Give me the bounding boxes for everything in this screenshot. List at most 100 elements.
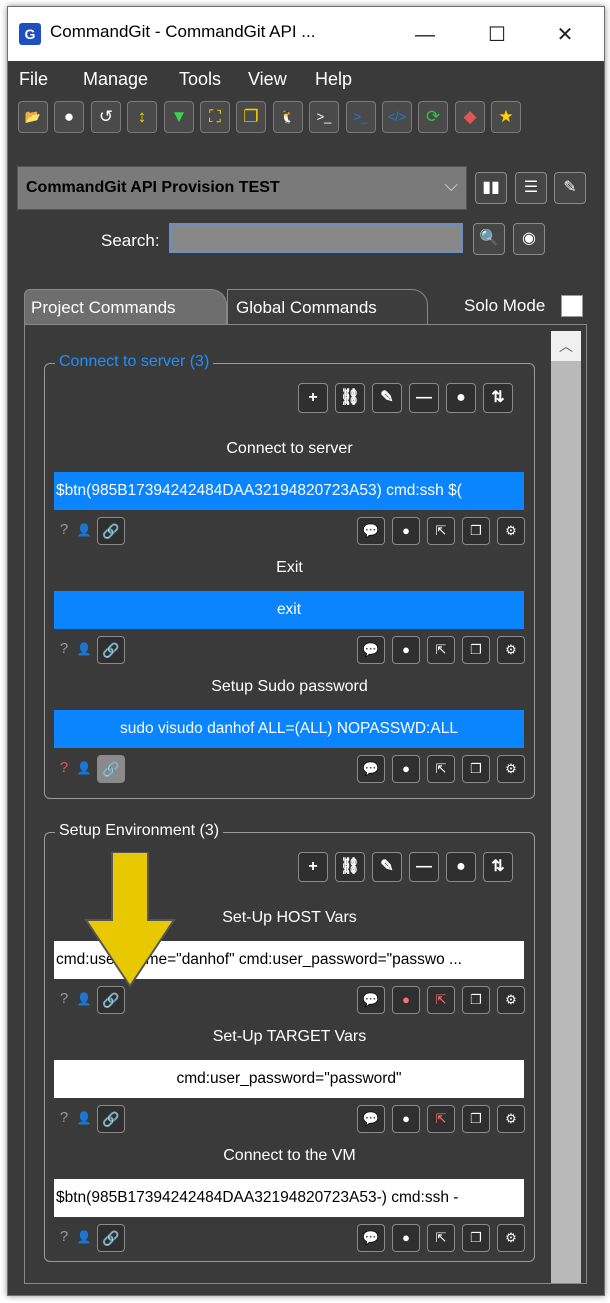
menu-tools[interactable]: Tools <box>179 69 221 90</box>
help-icon[interactable]: ? <box>55 519 73 541</box>
settings-icon[interactable]: ⚙ <box>497 636 525 664</box>
link-icon[interactable]: 🔗 <box>97 517 125 545</box>
message-icon[interactable]: 💬 <box>357 1105 385 1133</box>
copy-icon[interactable]: ❐ <box>462 1224 490 1252</box>
edit-group-button[interactable]: ✎ <box>372 383 402 413</box>
settings-icon[interactable]: ⚙ <box>497 517 525 545</box>
command-button[interactable]: exit <box>54 591 524 629</box>
message-icon[interactable]: 💬 <box>357 1224 385 1252</box>
clock-icon[interactable]: ● <box>54 101 84 133</box>
user-icon[interactable]: 👤 <box>75 757 93 779</box>
history-button[interactable]: ● <box>446 383 476 413</box>
search-input[interactable] <box>169 223 463 253</box>
clock-icon[interactable]: ● <box>392 517 420 545</box>
user-icon[interactable]: 👤 <box>75 1226 93 1248</box>
help-icon[interactable]: ? <box>55 1226 73 1248</box>
add-command-button[interactable]: + <box>298 852 328 882</box>
command-button[interactable]: cmd:user_password="password" <box>54 1060 524 1098</box>
sort-button[interactable]: ⇅ <box>483 852 513 882</box>
share-icon[interactable]: ⇱ <box>427 517 455 545</box>
message-icon[interactable]: 💬 <box>357 517 385 545</box>
open-folder-icon[interactable]: 📂 <box>18 101 48 133</box>
linux-icon[interactable]: 🐧 <box>273 101 303 133</box>
share-icon[interactable]: ⇱ <box>427 986 455 1014</box>
message-icon[interactable]: 💬 <box>357 636 385 664</box>
clock-icon[interactable]: ● <box>392 636 420 664</box>
copy-icon[interactable]: ❐ <box>462 755 490 783</box>
stop-search-icon[interactable]: ◉ <box>513 223 545 255</box>
user-icon[interactable]: 👤 <box>75 638 93 660</box>
group-title[interactable]: Setup Environment (3) <box>55 822 224 840</box>
edit-group-button[interactable]: ✎ <box>372 852 402 882</box>
share-icon[interactable]: ⇱ <box>427 1224 455 1252</box>
command-button[interactable]: sudo visudo danhof ALL=(ALL) NOPASSWD:AL… <box>54 710 524 748</box>
history-icon[interactable]: ↺ <box>91 101 121 133</box>
command-button[interactable]: $btn(985B17394242484DAA32194820723A53-) … <box>54 1179 524 1217</box>
project-select[interactable]: CommandGit API Provision TEST ⌵ <box>17 166 467 210</box>
help-icon[interactable]: ? <box>55 1107 73 1129</box>
windows-icon[interactable]: ❐ <box>236 101 266 133</box>
expand-icon[interactable]: ⛶ <box>200 101 230 133</box>
share-icon[interactable]: ⇱ <box>427 1105 455 1133</box>
copy-icon[interactable]: ❐ <box>462 636 490 664</box>
copy-icon[interactable]: ❐ <box>462 1105 490 1133</box>
copy-icon[interactable]: ❐ <box>462 986 490 1014</box>
checklist-icon[interactable]: ☰ <box>515 172 547 204</box>
settings-icon[interactable]: ⚙ <box>497 986 525 1014</box>
hierarchy-button[interactable]: ⛓ <box>335 852 365 882</box>
terminal-icon[interactable]: >_ <box>309 101 339 133</box>
scroll-up-icon[interactable]: ︿ <box>551 331 581 361</box>
search-icon[interactable]: 🔍 <box>473 223 505 255</box>
edit-icon[interactable]: ✎ <box>554 172 586 204</box>
eraser-icon[interactable]: ◆ <box>455 101 485 133</box>
settings-icon[interactable]: ⚙ <box>497 1105 525 1133</box>
link-icon[interactable]: 🔗 <box>97 755 125 783</box>
star-icon[interactable]: ★ <box>491 101 521 133</box>
link-icon[interactable]: 🔗 <box>97 1105 125 1133</box>
help-icon[interactable]: ? <box>55 757 73 779</box>
user-icon[interactable]: 👤 <box>75 1107 93 1129</box>
link-icon[interactable]: 🔗 <box>97 636 125 664</box>
command-title: Setup Sudo password <box>211 678 368 695</box>
remove-command-button[interactable]: — <box>409 852 439 882</box>
solo-mode-checkbox[interactable] <box>561 295 583 317</box>
menu-file[interactable]: File <box>19 69 48 90</box>
message-icon[interactable]: 💬 <box>357 986 385 1014</box>
filter-icon[interactable]: ▼ <box>164 101 194 133</box>
clock-icon[interactable]: ● <box>392 1105 420 1133</box>
copy-icon[interactable]: ❐ <box>462 517 490 545</box>
powershell-icon[interactable]: >_ <box>346 101 376 133</box>
add-command-button[interactable]: + <box>298 383 328 413</box>
clock-icon[interactable]: ● <box>392 986 420 1014</box>
share-icon[interactable]: ⇱ <box>427 755 455 783</box>
command-button[interactable]: $btn(985B17394242484DAA32194820723A53) c… <box>54 472 524 510</box>
help-icon[interactable]: ? <box>55 988 73 1010</box>
sort-button[interactable]: ⇅ <box>483 383 513 413</box>
menu-help[interactable]: Help <box>315 69 352 90</box>
menu-manage[interactable]: Manage <box>83 69 148 90</box>
hierarchy-button[interactable]: ⛓ <box>335 383 365 413</box>
help-icon[interactable]: ? <box>55 638 73 660</box>
tab-global-commands[interactable]: Global Commands <box>227 289 428 325</box>
remove-command-button[interactable]: — <box>409 383 439 413</box>
menu-view[interactable]: View <box>248 69 287 90</box>
user-icon[interactable]: 👤 <box>75 519 93 541</box>
book-icon[interactable]: ▮▮ <box>475 172 507 204</box>
clock-icon[interactable]: ● <box>392 755 420 783</box>
tab-project-commands[interactable]: Project Commands <box>24 289 227 325</box>
message-icon[interactable]: 💬 <box>357 755 385 783</box>
group-title[interactable]: Connect to server (3) <box>55 353 214 371</box>
clock-icon[interactable]: ● <box>392 1224 420 1252</box>
code-icon[interactable]: </> <box>382 101 412 133</box>
share-icon[interactable]: ⇱ <box>427 636 455 664</box>
link-icon[interactable]: 🔗 <box>97 1224 125 1252</box>
minimize-button[interactable]: — <box>402 15 448 55</box>
sort-icon[interactable]: ↕ <box>127 101 157 133</box>
maximize-button[interactable]: ☐ <box>474 15 520 55</box>
refresh-icon[interactable]: ⟳ <box>418 101 448 133</box>
settings-icon[interactable]: ⚙ <box>497 755 525 783</box>
history-button[interactable]: ● <box>446 852 476 882</box>
scrollbar[interactable]: ︿ <box>551 331 581 1283</box>
close-button[interactable]: ✕ <box>542 15 588 55</box>
settings-icon[interactable]: ⚙ <box>497 1224 525 1252</box>
